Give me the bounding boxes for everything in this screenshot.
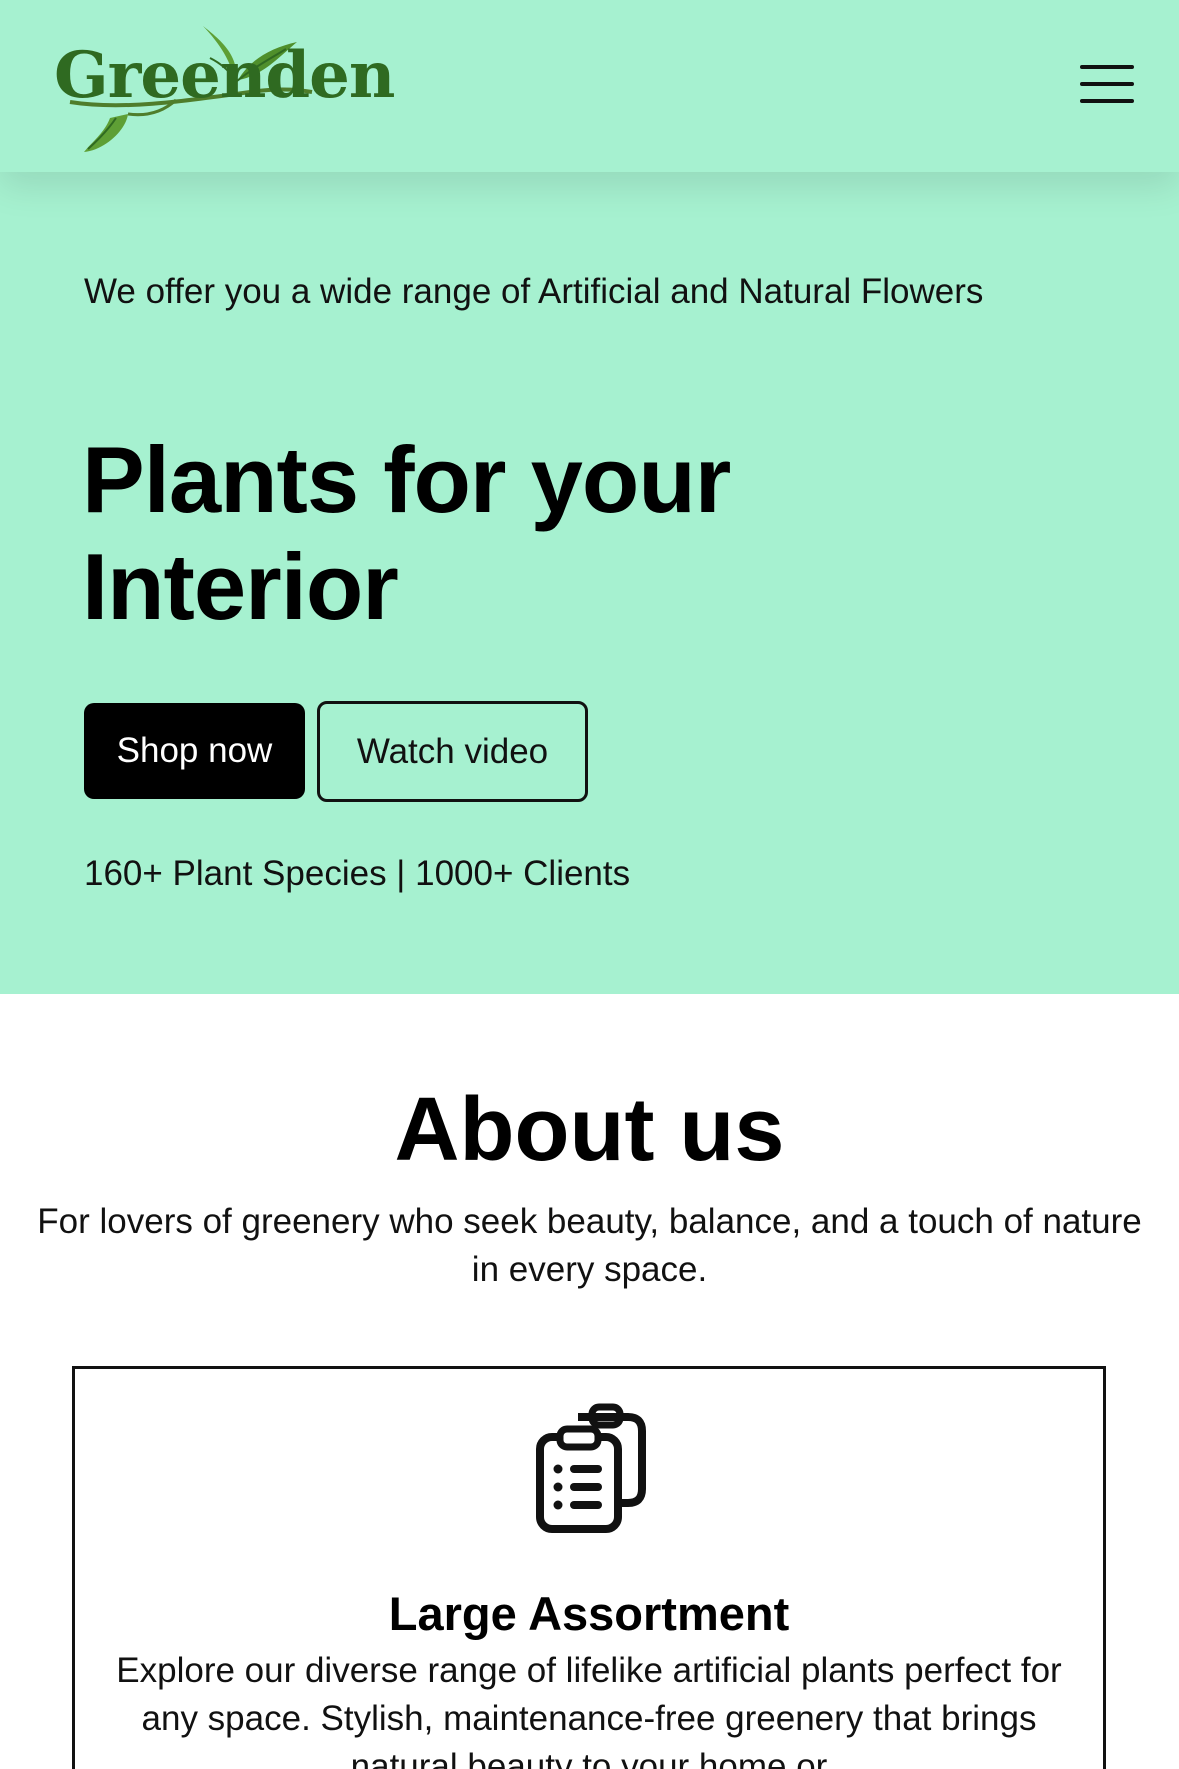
hero-title: Plants for your Interior [82, 427, 731, 639]
logo[interactable]: Greenden [50, 22, 395, 152]
hero-section: We offer you a wide range of Artificial … [0, 172, 1179, 994]
about-title: About us [394, 1080, 785, 1180]
shop-now-button[interactable]: Shop now [84, 703, 305, 799]
hero-subtitle: We offer you a wide range of Artificial … [84, 272, 984, 311]
page: Greenden We offer you a wide range of Ar… [0, 0, 1179, 1769]
about-subtitle: For lovers of greenery who seek beauty, … [37, 1202, 1142, 1289]
site-header: Greenden [0, 0, 1179, 172]
hero-stats: 160+ Plant Species | 1000+ Clients [84, 854, 631, 893]
hamburger-menu-icon[interactable] [1070, 60, 1136, 108]
clipboard-list-icon [536, 1403, 646, 1533]
menu-line [1080, 82, 1134, 86]
menu-line [1080, 99, 1134, 103]
feature-card: Large Assortment Explore our diverse ran… [72, 1366, 1106, 1769]
watch-video-button[interactable]: Watch video [317, 701, 588, 802]
logo-text: Greenden [54, 38, 395, 113]
card-title: Large Assortment [388, 1587, 790, 1640]
menu-line [1080, 65, 1134, 69]
card-text: Explore our diverse range of lifelike ar… [116, 1651, 1062, 1769]
